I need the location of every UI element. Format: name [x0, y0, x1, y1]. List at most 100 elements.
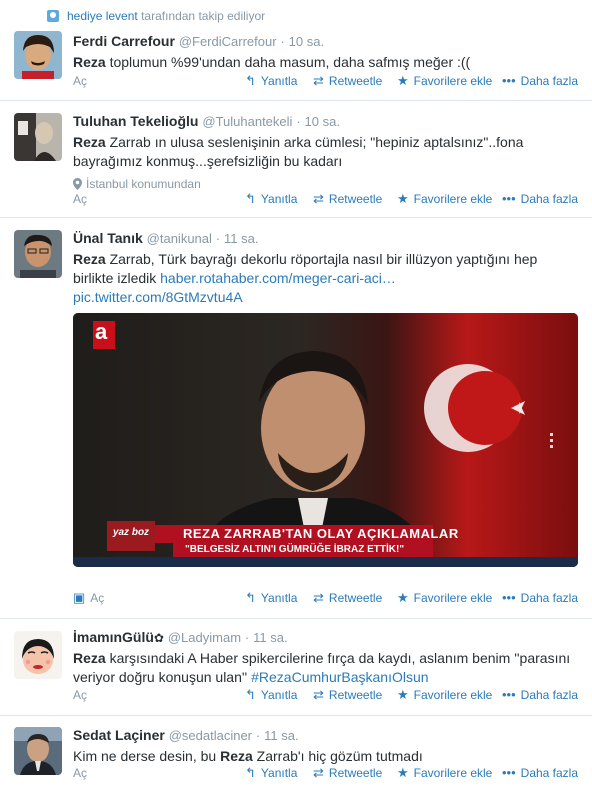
favorite-button[interactable]: ★ Favorilere ekle [397, 590, 492, 606]
tweet-text: Kim ne derse desin, bu Reza Zarrab'ı hiç… [73, 747, 580, 766]
flower-icon: ✿ [153, 631, 164, 645]
tweet[interactable]: İmamınGülü✿ @Ladyimam · 11 sa. Reza karş… [0, 619, 592, 716]
person-icon [47, 10, 59, 22]
tweet-header: Ünal Tanık @tanikunal · 11 sa. [73, 229, 580, 248]
tweet-header: İmamınGülü✿ @Ladyimam · 11 sa. [73, 628, 580, 647]
separator: · [215, 231, 221, 246]
retweet-button[interactable]: ⇄ Retweetle [313, 74, 383, 89]
avatar[interactable] [14, 230, 62, 278]
avatar[interactable] [14, 113, 62, 161]
favorite-button[interactable]: ★ Favorilere ekle [397, 192, 492, 207]
retweet-button[interactable]: ⇄ Retweetle [313, 688, 382, 703]
more-label: Daha fazla [520, 688, 579, 702]
tweet-text-bold: Reza [73, 134, 106, 150]
follow-context-name[interactable]: hediye levent [67, 9, 138, 23]
tweet-text-bold: Reza [73, 650, 106, 666]
expand-label: Aç [73, 74, 88, 88]
tweet-time[interactable]: 11 sa. [253, 630, 287, 645]
tweet-text: Reza karşısındaki A Haber spikercilerine… [73, 649, 580, 687]
tweet-username[interactable]: @tanikunal [147, 231, 212, 246]
avatar-image [14, 113, 62, 161]
reply-label: Yanıtla [260, 591, 298, 605]
star-icon: ★ [397, 73, 409, 88]
favorite-button[interactable]: ★ Favorilere ekle [397, 73, 492, 89]
tweet-username[interactable]: @Ladyimam [168, 630, 241, 645]
retweet-label: Retweetle [328, 766, 383, 780]
retweet-icon: ⇄ [313, 590, 324, 605]
more-icon: ••• [502, 687, 516, 702]
tweet-text-body: toplumun %99'undan daha masum, daha safm… [105, 54, 471, 70]
tweet-header: Ferdi Carrefour @FerdiCarrefour · 10 sa. [73, 32, 580, 51]
expand-label: Aç [73, 688, 88, 702]
tweet-text-bold: Reza [73, 54, 106, 70]
more-label: Daha fazla [520, 192, 579, 206]
tweet-hashtag[interactable]: #RezaCumhurBaşkanıOlsun [251, 669, 428, 685]
star-icon: ★ [397, 765, 409, 780]
tweet-time[interactable]: 11 sa. [224, 231, 258, 246]
more-label: Daha fazla [520, 591, 579, 605]
follow-context-suffix: tarafından takip ediliyor [141, 9, 266, 23]
more-button[interactable]: ••• Daha fazla [502, 687, 579, 703]
reply-label: Yanıtla [260, 766, 298, 780]
tweet-text-bold: Reza [73, 251, 106, 267]
tweet-time[interactable]: 11 sa. [264, 728, 298, 743]
retweet-label: Retweetle [328, 74, 383, 88]
tweet-time[interactable]: 10 sa. [289, 34, 324, 49]
tweet-fullname[interactable]: İmamınGülü [73, 629, 154, 645]
tweet-content: İmamınGülü✿ @Ladyimam · 11 sa. Reza karş… [73, 628, 580, 687]
expand-button[interactable]: Aç [73, 688, 87, 702]
tweet-fullname[interactable]: Ferdi Carrefour [73, 33, 175, 49]
tweet-link[interactable]: haber.rotahaber.com/meger-cari-aci… [160, 270, 396, 286]
tweet-location-label: İstanbul konumundan [86, 177, 201, 191]
tweet-content: Tuluhan Tekelioğlu @Tuluhantekeli · 10 s… [73, 112, 580, 191]
tweet-fullname[interactable]: Tuluhan Tekelioğlu [73, 113, 198, 129]
tweet[interactable]: Ünal Tanık @tanikunal · 11 sa. Reza Zarr… [0, 218, 592, 619]
reply-label: Yanıtla [260, 192, 298, 206]
reply-button[interactable]: ↰ Yanıtla [245, 74, 298, 89]
reply-button[interactable]: ↰ Yanıtla [245, 766, 298, 781]
retweet-button[interactable]: ⇄ Retweetle [313, 765, 383, 781]
expand-label: Aç [73, 192, 88, 206]
tweet[interactable]: hediye levent tarafından takip ediliyor … [0, 0, 592, 101]
expand-button[interactable]: Aç [73, 74, 87, 88]
tweet-text: Reza Zarrab, Türk bayrağı dekorlu röport… [73, 250, 580, 307]
tweet[interactable]: Tuluhan Tekelioğlu @Tuluhantekeli · 10 s… [0, 101, 592, 218]
more-button[interactable]: ••• Daha fazla [502, 192, 579, 207]
tweet-media-image[interactable]: a REZA ZARRAB'TAN OLAY AÇIKLAMALAR "BELG… [73, 313, 578, 567]
more-button[interactable]: ••• Daha fazla [502, 591, 579, 606]
follow-context: hediye levent tarafından takip ediliyor [47, 9, 265, 23]
avatar[interactable] [14, 31, 62, 79]
retweet-icon: ⇄ [313, 191, 324, 206]
retweet-icon: ⇄ [313, 765, 324, 780]
star-icon: ★ [397, 590, 409, 605]
reply-button[interactable]: ↰ Yanıtla [245, 192, 298, 207]
reply-icon: ↰ [245, 590, 256, 605]
tweet-time[interactable]: 10 sa. [305, 114, 340, 129]
tweet-media-link[interactable]: pic.twitter.com/8GtMzvtu4A [73, 289, 243, 305]
tweet-username[interactable]: @FerdiCarrefour [179, 34, 277, 49]
favorite-button[interactable]: ★ Favorilere ekle [397, 688, 492, 703]
tweet-fullname[interactable]: Sedat Laçiner [73, 727, 165, 743]
more-button[interactable]: ••• Daha fazla [502, 766, 578, 781]
reply-label: Yanıtla [260, 688, 298, 702]
reply-button[interactable]: ↰ Yanıtla [245, 590, 298, 606]
tweet-fullname[interactable]: Ünal Tanık [73, 230, 143, 246]
retweet-button[interactable]: ⇄ Retweetle [313, 590, 382, 606]
avatar[interactable] [14, 631, 62, 679]
expand-button[interactable]: Aç [73, 192, 87, 206]
reply-label: Yanıtla [260, 74, 298, 88]
tweet-username[interactable]: @Tuluhantekeli [202, 114, 292, 129]
tweet-content: Ünal Tanık @tanikunal · 11 sa. Reza Zarr… [73, 229, 580, 307]
more-label: Daha fazla [520, 74, 579, 88]
retweet-button[interactable]: ⇄ Retweetle [313, 191, 382, 207]
expand-button[interactable]: Aç [73, 766, 87, 780]
tweet-location[interactable]: İstanbul konumundan [73, 177, 580, 191]
more-button[interactable]: ••• Daha fazla [502, 74, 579, 89]
tweet-header: Tuluhan Tekelioğlu @Tuluhantekeli · 10 s… [73, 112, 580, 131]
favorite-button[interactable]: ★ Favorilere ekle [397, 765, 492, 781]
tweet[interactable]: Sedat Laçiner @sedatlaciner · 11 sa. Kim… [0, 716, 592, 797]
media-headline: REZA ZARRAB'TAN OLAY AÇIKLAMALAR [183, 526, 459, 541]
reply-button[interactable]: ↰ Yanıtla [245, 688, 298, 703]
expand-button[interactable]: ▣ Aç [73, 591, 104, 606]
tweet-username[interactable]: @sedatlaciner [169, 728, 252, 743]
